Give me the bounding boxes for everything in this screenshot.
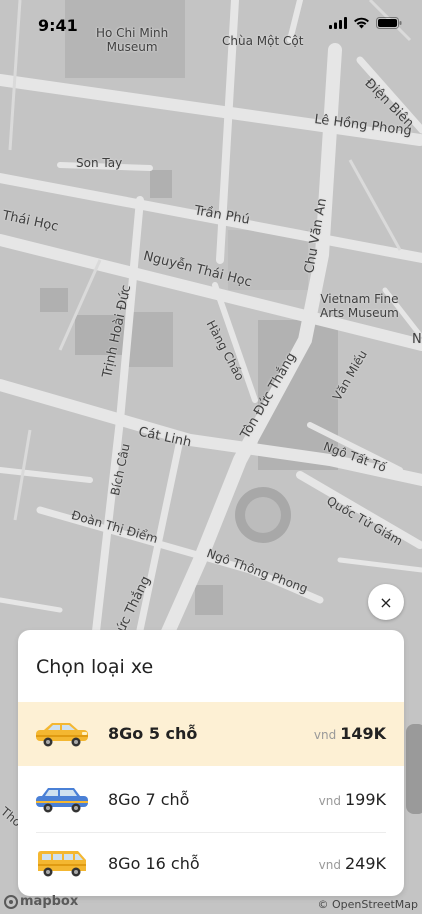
status-icons (329, 17, 402, 29)
vehicle-option-16-seat[interactable]: 8Go 16 chỗ vnd 249K (18, 832, 404, 896)
vehicle-option-5-seat[interactable]: 8Go 5 chỗ vnd 149K (18, 702, 404, 766)
price-currency: vnd (318, 794, 341, 808)
price-currency: vnd (313, 728, 337, 742)
price-value: 199K (344, 790, 386, 809)
price-value: 149K (340, 724, 386, 743)
next-card-peek[interactable] (406, 724, 422, 814)
status-bar: 9:41 (0, 0, 422, 50)
close-button[interactable]: × (368, 584, 404, 620)
price-currency: vnd (318, 858, 341, 872)
vehicle-price: vnd 199K (319, 790, 386, 809)
row-divider (36, 832, 386, 833)
close-icon: × (379, 592, 393, 612)
mapbox-icon (4, 894, 18, 909)
mapbox-text: mapbox (20, 894, 79, 909)
vehicle-price: vnd 249K (319, 854, 386, 873)
vehicle-price: vnd 149K (314, 724, 386, 743)
mapbox-logo[interactable]: mapbox (4, 894, 78, 909)
status-time: 9:41 (38, 16, 78, 35)
vehicle-name: 8Go 7 chỗ (108, 790, 190, 809)
map-attribution[interactable]: © OpenStreetMap (317, 898, 418, 911)
vehicle-name: 8Go 5 chỗ (108, 724, 198, 743)
sedan-car-icon (36, 723, 88, 747)
suv-car-icon (36, 788, 88, 813)
price-value: 249K (344, 854, 386, 873)
vehicle-selection-sheet: Chọn loại xe 8Go 5 chỗ vnd 149K 8Go 7 chỗ (18, 630, 404, 896)
battery-icon (376, 17, 402, 29)
map-label-son-tay: Son Tay (76, 156, 123, 170)
wifi-icon (354, 17, 369, 29)
van-icon (38, 851, 86, 877)
vehicle-name: 8Go 16 chỗ (108, 854, 200, 873)
sheet-title: Chọn loại xe (36, 656, 154, 678)
map-label-n-edge: N (412, 332, 422, 347)
vehicle-option-7-seat[interactable]: 8Go 7 chỗ vnd 199K (18, 768, 404, 832)
map-label-vietnam-fine-arts-museum: Vietnam Fine Arts Museum (320, 292, 399, 320)
cellular-signal-icon (329, 17, 347, 29)
